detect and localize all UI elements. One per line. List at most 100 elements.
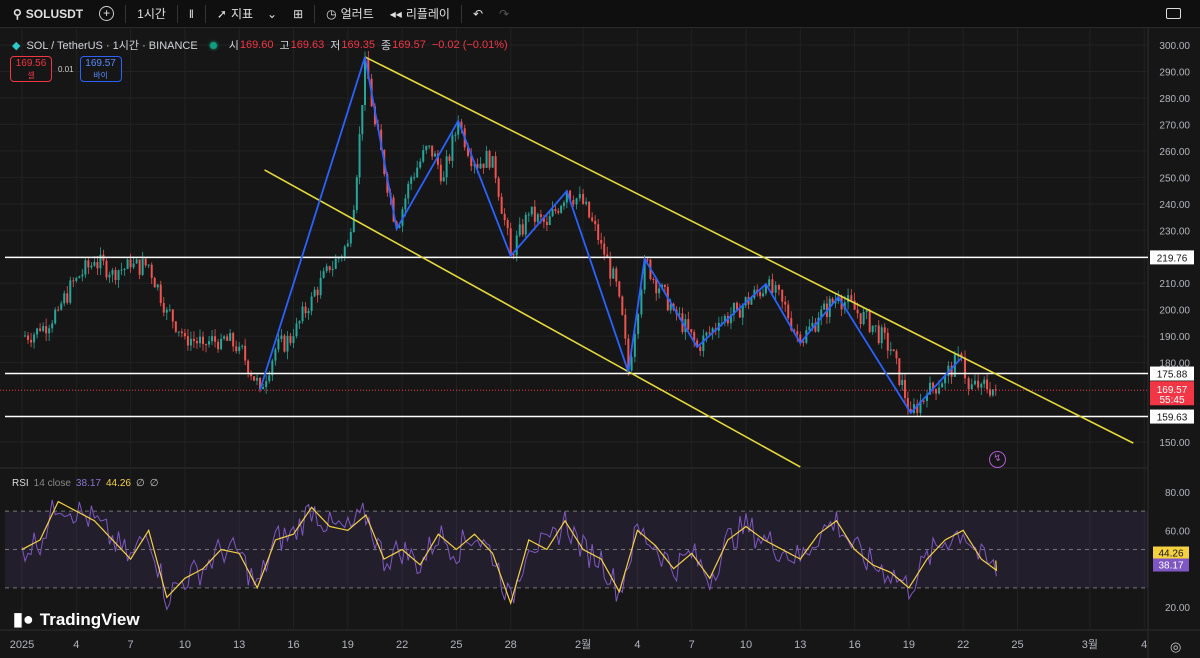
level-price-label: 159.63: [1157, 413, 1188, 424]
candle-body: [479, 163, 482, 169]
time-tick-label: 4: [634, 639, 640, 651]
candle-body: [211, 336, 214, 342]
candle-body: [690, 329, 693, 333]
rsi-tick-label: 20.00: [1165, 603, 1190, 614]
candle-body: [126, 259, 129, 269]
candle-body: [208, 341, 211, 345]
redo-button[interactable]: ↷: [494, 7, 514, 21]
candle-body: [640, 289, 643, 315]
indicators-label: 지표: [230, 7, 254, 21]
interval-button[interactable]: 1시간: [132, 5, 171, 22]
interval-label: 1시간: [137, 7, 166, 21]
candle-body: [262, 387, 265, 390]
tradingview-logo[interactable]: ▮● TradingView: [13, 609, 140, 630]
sell-button[interactable]: 169.56 셀: [10, 56, 52, 82]
candle-body: [280, 335, 283, 340]
change-value: −0.02 (−0.01%): [431, 39, 508, 51]
candle-body: [802, 341, 805, 343]
candle-body: [597, 224, 600, 240]
candle-body: [325, 266, 328, 272]
candle-body: [445, 156, 448, 178]
candle-body: [138, 259, 141, 275]
buy-button[interactable]: 169.57 바이: [79, 56, 122, 82]
symbol-search-button[interactable]: ⚲ SOLUSDT: [8, 7, 88, 21]
candle-body: [268, 375, 271, 382]
time-tick-label: 7: [689, 639, 695, 651]
candle-body: [877, 325, 880, 344]
candle-body: [524, 214, 527, 235]
templates-button[interactable]: ⊞: [288, 7, 308, 21]
candle-body: [488, 151, 491, 168]
candle-body: [84, 260, 87, 275]
compare-button[interactable]: +: [94, 6, 119, 21]
settings-icon[interactable]: ◎: [1170, 639, 1181, 655]
candle-body: [214, 336, 217, 342]
candle-body: [578, 193, 581, 199]
candle-body: [787, 304, 790, 319]
candle-body: [141, 258, 144, 275]
time-tick-label: 10: [740, 639, 752, 651]
candle-body: [286, 335, 289, 352]
time-tick-label: 13: [794, 639, 806, 651]
candle-body: [557, 210, 560, 213]
candle-body: [69, 280, 72, 303]
candle-body: [292, 336, 295, 344]
lightning-icon[interactable]: ↯: [989, 451, 1006, 468]
price-tick-label: 150.00: [1159, 438, 1190, 449]
candle-body: [603, 243, 606, 255]
candle-body: [771, 279, 774, 293]
fullscreen-button[interactable]: [1161, 8, 1186, 19]
time-tick-label: 10: [179, 639, 191, 651]
candle-body: [431, 145, 434, 157]
candle-body: [202, 336, 204, 345]
candle-body: [503, 213, 506, 221]
candle-body: [226, 336, 229, 341]
candle-body: [609, 256, 612, 279]
candle-body: [588, 201, 591, 218]
candle-body: [33, 334, 36, 343]
candle-body: [781, 289, 784, 302]
candle-body: [485, 151, 488, 168]
candle-body: [253, 376, 256, 381]
replay-label: 리플레이: [405, 7, 450, 21]
candle-body: [889, 349, 892, 351]
candle-body: [621, 296, 624, 315]
candle-body: [328, 266, 331, 270]
candle-body: [205, 344, 208, 346]
candle-body: [735, 302, 738, 310]
chevron-down-icon: ⌄: [267, 6, 278, 21]
price-tick-label: 260.00: [1159, 147, 1190, 158]
undo-button[interactable]: ↶: [468, 7, 488, 21]
time-tick-label: 19: [903, 639, 915, 651]
candle-body: [986, 379, 989, 390]
candle-body: [699, 346, 702, 351]
candle-body: [702, 335, 705, 351]
candle-body: [808, 326, 811, 331]
candles-icon: ‖: [188, 6, 194, 21]
low-value: 169.35: [341, 39, 376, 51]
candle-body: [439, 164, 442, 182]
candle-body: [316, 289, 319, 296]
rsi-legend[interactable]: RSI 14 close 38.17 44.26 ∅ ∅: [12, 478, 158, 489]
candle-body: [123, 268, 126, 270]
candle-body: [594, 220, 597, 225]
alert-button[interactable]: ◷ 얼러트: [321, 5, 379, 22]
candle-body: [289, 335, 292, 344]
candle-body: [500, 196, 503, 214]
time-tick-label: 13: [233, 639, 245, 651]
candle-body: [162, 302, 165, 313]
candle-body: [582, 193, 585, 204]
time-tick-label: 7: [128, 639, 134, 651]
candle-body: [244, 345, 247, 361]
time-tick-label: 3월: [1082, 638, 1098, 651]
candle-body: [865, 310, 868, 312]
price-chart[interactable]: 300.00 290.00 280.00 270.00 260.00 250.00 240.…: [0, 28, 1200, 658]
candle-body: [774, 285, 777, 293]
candle-body: [741, 305, 744, 318]
candle-body: [612, 268, 615, 279]
indicators-button[interactable]: ➚ 지표 ⌄: [212, 5, 282, 22]
chart-type-button[interactable]: ‖: [184, 7, 199, 21]
replay-button[interactable]: ◂◂ 리플레이: [385, 5, 455, 22]
rsi-ma-value: 44.26: [105, 478, 131, 489]
candle-body: [361, 104, 364, 135]
